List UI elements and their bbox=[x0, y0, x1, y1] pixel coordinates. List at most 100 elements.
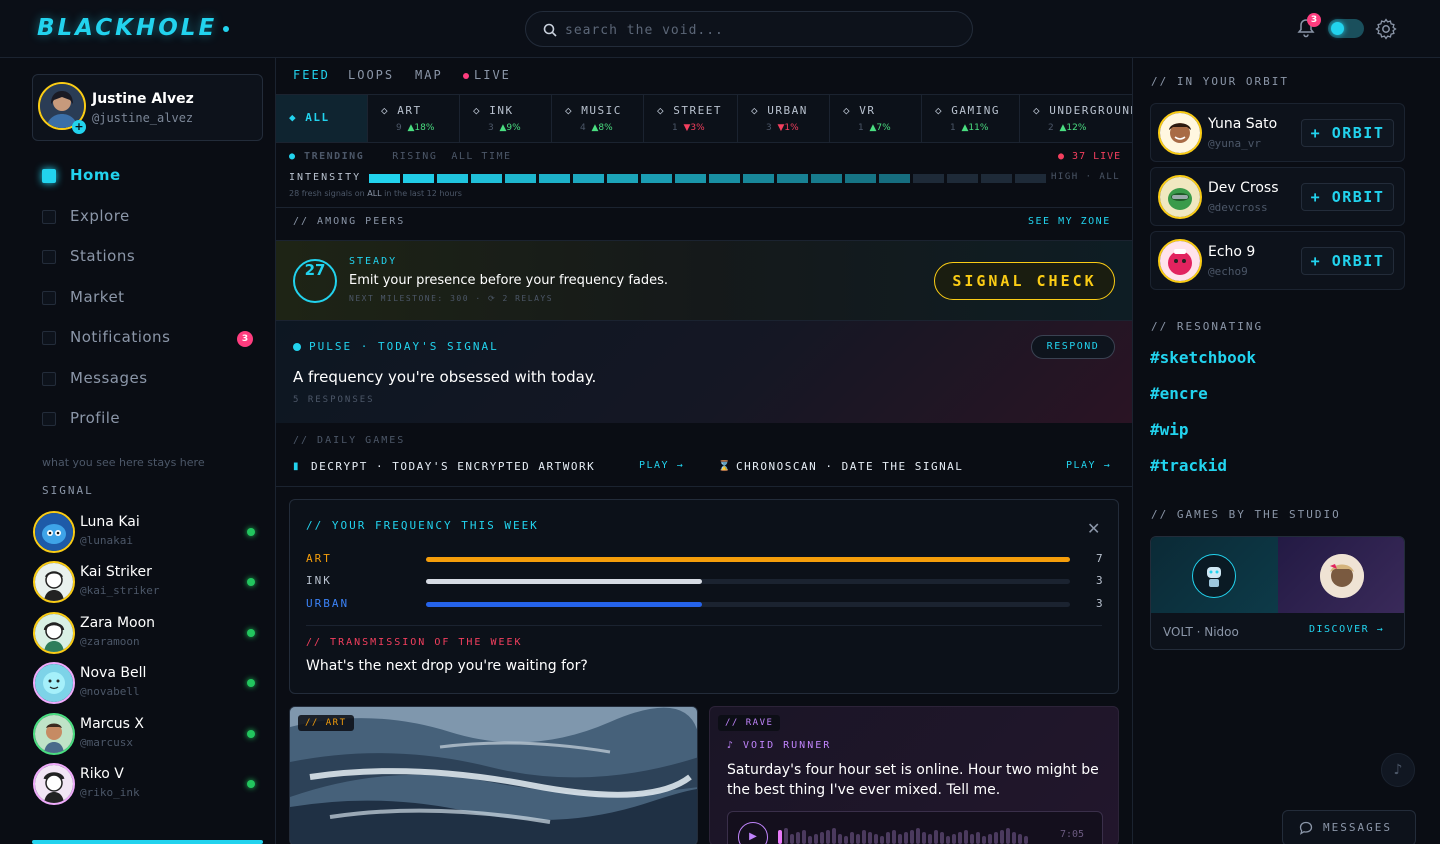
category-stat: 1 ▲11% bbox=[950, 123, 989, 133]
frequency-label: ART bbox=[306, 552, 332, 565]
friend-item[interactable]: Riko V @riko_ink bbox=[33, 762, 263, 806]
category-urban[interactable]: ◇ URBAN 3 ▼1% bbox=[738, 95, 830, 142]
play-chronoscan-button[interactable]: PLAY → bbox=[1066, 460, 1111, 471]
music-note-icon[interactable]: ♪ bbox=[1381, 753, 1415, 787]
studio-name: VOLT · Nidoo bbox=[1163, 625, 1239, 639]
friend-item[interactable]: Zara Moon @zaramoon bbox=[33, 611, 263, 655]
waveform-bar bbox=[844, 836, 848, 844]
friend-item[interactable]: Nova Bell @novabell bbox=[33, 661, 263, 705]
waveform-bar bbox=[1006, 828, 1010, 844]
waveform[interactable] bbox=[778, 824, 1038, 844]
waveform-bar bbox=[886, 832, 890, 844]
suggestion-handle: @devcross bbox=[1208, 201, 1268, 214]
category-gaming[interactable]: ◇ GAMING 1 ▲11% bbox=[922, 95, 1020, 142]
category-stat: 3 ▼1% bbox=[766, 123, 799, 133]
art-post[interactable]: // ART bbox=[289, 706, 698, 844]
tab-loops[interactable]: LOOPS bbox=[348, 68, 394, 82]
friend-handle: @kai_striker bbox=[80, 584, 160, 597]
trending-filter: ● TRENDING RISING ALL TIME bbox=[289, 151, 526, 162]
orbit-button[interactable]: + ORBIT bbox=[1301, 183, 1394, 211]
search-bar[interactable] bbox=[525, 11, 973, 47]
messages-button[interactable]: MESSAGES bbox=[1282, 810, 1416, 844]
pulse-question: A frequency you're obsessed with today. bbox=[293, 368, 597, 386]
game-title: DECRYPT · TODAY'S ENCRYPTED ARTWORK bbox=[311, 460, 596, 473]
frequency-fill bbox=[426, 602, 702, 607]
nav-label: Explore bbox=[70, 207, 130, 225]
suggestion-name: Echo 9 bbox=[1208, 244, 1256, 260]
logo[interactable]: BLACKHOLE bbox=[37, 15, 230, 41]
respond-button[interactable]: RESPOND bbox=[1031, 335, 1115, 359]
theme-toggle[interactable] bbox=[1328, 19, 1364, 38]
add-story-icon[interactable]: + bbox=[72, 120, 86, 134]
suggestion-card: Echo 9 @echo9 + ORBIT bbox=[1150, 231, 1405, 290]
streak-state: STEADY bbox=[349, 256, 398, 267]
category-vr[interactable]: ◇ VR 1 ▲7% bbox=[830, 95, 922, 142]
frequency-fill bbox=[426, 557, 1070, 562]
nav-notifications[interactable]: Notifications 3 bbox=[42, 328, 258, 348]
hourglass-icon: ⌛ bbox=[718, 461, 731, 472]
category-music[interactable]: ◇ MUSIC 4 ▲8% bbox=[552, 95, 644, 142]
intensity-segment bbox=[947, 174, 978, 183]
hashtag-link[interactable]: #wip bbox=[1150, 420, 1189, 439]
filter-trending[interactable]: ● TRENDING bbox=[289, 151, 378, 162]
friend-item[interactable]: Kai Striker @kai_striker bbox=[33, 560, 263, 604]
messages-label: MESSAGES bbox=[1323, 821, 1392, 834]
category-all[interactable]: ◆ ALL bbox=[276, 95, 368, 142]
studio-games-card[interactable]: VOLT · Nidoo DISCOVER → bbox=[1150, 536, 1405, 650]
divider bbox=[276, 207, 1132, 208]
friend-item[interactable]: Marcus X @marcusx bbox=[33, 712, 263, 756]
nav-explore[interactable]: Explore bbox=[42, 207, 258, 227]
frequency-title: // YOUR FREQUENCY THIS WEEK bbox=[306, 519, 539, 532]
filter-rising[interactable]: RISING bbox=[392, 151, 437, 162]
search-input[interactable] bbox=[565, 20, 955, 40]
orbit-button[interactable]: + ORBIT bbox=[1301, 247, 1394, 275]
intensity-range: HIGH · ALL bbox=[1051, 172, 1121, 182]
waveform-bar bbox=[1012, 832, 1016, 844]
tab-live[interactable]: LIVE bbox=[463, 68, 511, 82]
see-my-zone-link[interactable]: SEE MY ZONE bbox=[1028, 216, 1111, 227]
frequency-row: URBAN 3 bbox=[306, 597, 1103, 611]
close-icon[interactable]: ✕ bbox=[1087, 519, 1100, 538]
nav-messages[interactable]: Messages bbox=[42, 369, 258, 389]
nav-market[interactable]: Market bbox=[42, 288, 258, 308]
rave-post[interactable]: // RAVE ♪ VOID RUNNER Saturday's four ho… bbox=[709, 706, 1119, 844]
play-icon[interactable]: ▶ bbox=[738, 822, 768, 844]
tab-map[interactable]: MAP bbox=[415, 68, 443, 82]
frequency-row: INK 3 bbox=[306, 574, 1103, 588]
discover-link[interactable]: DISCOVER → bbox=[1309, 624, 1384, 635]
online-indicator bbox=[247, 730, 255, 738]
audio-player: ▶ 7:05 bbox=[727, 811, 1103, 844]
nav-home[interactable]: Home bbox=[42, 166, 258, 186]
transmission-question[interactable]: What's the next drop you're waiting for? bbox=[306, 658, 588, 674]
filter-all-time[interactable]: ALL TIME bbox=[451, 151, 511, 162]
hashtag-link[interactable]: #encre bbox=[1150, 384, 1208, 403]
play-decrypt-button[interactable]: PLAY → bbox=[639, 460, 684, 471]
waveform-bar bbox=[862, 830, 866, 844]
profile-card[interactable]: + Justine Alvez @justine_alvez bbox=[32, 74, 263, 141]
category-ink[interactable]: ◇ INK 3 ▲9% bbox=[460, 95, 552, 142]
suggestion-card: Yuna Sato @yuna_vr + ORBIT bbox=[1150, 103, 1405, 162]
intensity-segment bbox=[437, 174, 468, 183]
category-art[interactable]: ◇ ART 9 ▲18% bbox=[368, 95, 460, 142]
nav-stations[interactable]: Stations bbox=[42, 247, 258, 267]
intensity-segment bbox=[369, 174, 400, 183]
tab-feed[interactable]: FEED bbox=[293, 68, 330, 82]
robot-icon bbox=[1192, 554, 1236, 598]
category-street[interactable]: ◇ STREET 1 ▼3% bbox=[644, 95, 738, 142]
friend-item[interactable]: Luna Kai @lunakai bbox=[33, 510, 263, 554]
gear-icon[interactable] bbox=[1375, 18, 1397, 40]
nav-profile[interactable]: Profile bbox=[42, 409, 258, 429]
category-underground[interactable]: ◇ UNDERGROUND 2 ▲12% bbox=[1020, 95, 1132, 142]
orbit-button[interactable]: + ORBIT bbox=[1301, 119, 1394, 147]
pulse-responses[interactable]: 5 RESPONSES bbox=[293, 395, 375, 405]
signal-check-button[interactable]: SIGNAL CHECK bbox=[934, 262, 1115, 300]
app-root: BLACKHOLE 3 + Justine Alvez @justine_alv… bbox=[0, 0, 1440, 844]
suggestion-handle: @echo9 bbox=[1208, 265, 1248, 278]
pulse-dot-icon bbox=[293, 343, 301, 351]
waveform-bar bbox=[904, 832, 908, 844]
pulse-card: PULSE · TODAY'S SIGNAL RESPOND A frequen… bbox=[276, 321, 1132, 423]
search-icon bbox=[543, 23, 557, 37]
studio-heading: // GAMES BY THE STUDIO bbox=[1151, 508, 1341, 521]
hashtag-link[interactable]: #sketchbook bbox=[1150, 348, 1256, 367]
hashtag-link[interactable]: #trackid bbox=[1150, 456, 1227, 475]
